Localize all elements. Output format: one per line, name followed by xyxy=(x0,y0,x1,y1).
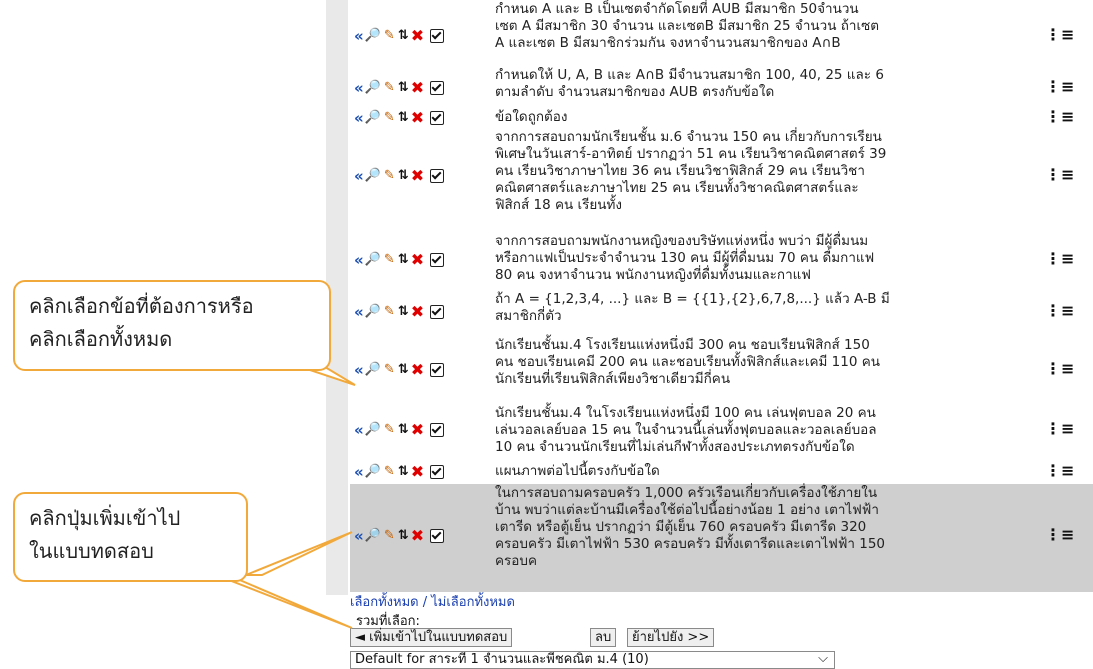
callout-add-pointer xyxy=(200,574,353,629)
callout-add-text: คลิกปุ่มเพิ่มเข้าไป ในแบบทดสอบ xyxy=(29,506,181,563)
callout-select-instruction: คลิกเลือกข้อที่ต้องการหรือ คลิกเลือกทั้ง… xyxy=(13,280,331,371)
callout-add-pointer-2 xyxy=(230,531,353,576)
callout-add-instruction: คลิกปุ่มเพิ่มเข้าไป ในแบบทดสอบ xyxy=(13,492,248,582)
callout-select-text: คลิกเลือกข้อที่ต้องการหรือ คลิกเลือกทั้ง… xyxy=(29,294,254,351)
